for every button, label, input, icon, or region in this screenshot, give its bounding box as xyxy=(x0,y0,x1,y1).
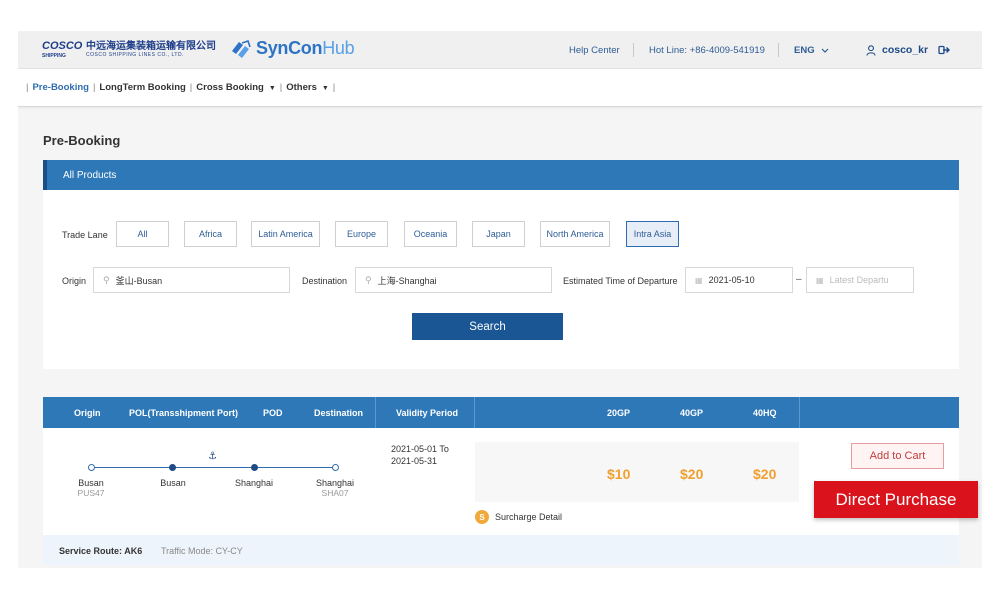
lane-europe-button[interactable]: Europe xyxy=(335,221,388,247)
destination-value: 上海-Shanghai xyxy=(377,275,437,286)
price-40gp: $20 xyxy=(680,466,704,482)
products-panel: All Products Trade Lane All Africa Latin… xyxy=(43,160,959,369)
origin-label: Origin xyxy=(62,276,87,286)
all-products-header: All Products xyxy=(43,160,959,190)
search-button[interactable]: Search xyxy=(412,313,563,340)
cosco-logo[interactable]: COSCO SHIPPING 中远海运集装箱运输有限公司 COSCO SHIPP… xyxy=(42,39,216,61)
location-pin-icon: ⚲ xyxy=(103,274,110,285)
surcharge-detail-link[interactable]: S Surcharge Detail xyxy=(475,510,562,524)
cosco-logo-sub: SHIPPING xyxy=(42,53,66,59)
destination-input[interactable]: ⚲ 上海-Shanghai xyxy=(355,267,552,293)
logout-icon[interactable] xyxy=(938,45,951,55)
add-to-cart-button[interactable]: Add to Cart xyxy=(851,443,944,469)
direct-purchase-button[interactable]: Direct Purchase xyxy=(814,481,978,518)
cosco-mark: COSCO SHIPPING xyxy=(42,39,82,61)
etd-date-value: 2021-05-10 xyxy=(708,275,755,285)
nav-pre-booking[interactable]: Pre-Booking xyxy=(32,82,88,93)
surcharge-detail-label: Surcharge Detail xyxy=(495,512,563,522)
language-label: ENG xyxy=(794,45,815,56)
synconhub-logo-icon xyxy=(232,39,251,58)
cosco-logo-word: COSCO xyxy=(42,40,83,52)
col-20gp: 20GP xyxy=(607,408,631,418)
lane-latin-america-button[interactable]: Latin America xyxy=(251,221,320,247)
etd-label: Estimated Time of Departure xyxy=(563,276,678,286)
route-line xyxy=(91,467,335,468)
route-stop-dot xyxy=(251,464,258,471)
service-info-bar: Service Route: AK6 Traffic Mode: CY-CY xyxy=(43,535,959,565)
col-40gp: 40GP xyxy=(680,408,704,418)
user-icon xyxy=(866,44,876,56)
calendar-icon: ▦ xyxy=(816,275,824,285)
lane-intra-asia-button[interactable]: Intra Asia xyxy=(626,221,679,247)
user-menu[interactable]: cosco_kr xyxy=(866,44,951,56)
col-divider xyxy=(474,397,475,428)
all-products-title: All Products xyxy=(63,170,117,181)
stop-pod: Shanghai xyxy=(234,478,274,488)
origin-input[interactable]: ⚲ 釜山-Busan xyxy=(93,267,290,293)
synconhub-logo-text: SynConHub xyxy=(256,38,355,58)
nav-longterm-booking[interactable]: LongTerm Booking xyxy=(99,82,185,93)
booking-nav: | Pre-Booking | LongTerm Booking | Cross… xyxy=(26,82,336,93)
trade-lane-label: Trade Lane xyxy=(62,230,108,240)
hot-line-text: Hot Line: +86-4009-541919 xyxy=(649,45,765,56)
booking-nav-bar: | Pre-Booking | LongTerm Booking | Cross… xyxy=(18,69,982,107)
price-box: $10 $20 $20 xyxy=(475,442,799,502)
lane-japan-button[interactable]: Japan xyxy=(472,221,525,247)
col-destination: Destination xyxy=(314,408,364,418)
cosco-company-name: 中远海运集装箱运输有限公司 COSCO SHIPPING LINES CO., … xyxy=(86,41,216,59)
nav-others[interactable]: Others ▼ xyxy=(286,82,329,93)
nav-cross-booking[interactable]: Cross Booking ▼ xyxy=(196,82,276,93)
stop-destination: Shanghai SHA07 xyxy=(315,478,355,498)
help-center-link[interactable]: Help Center xyxy=(569,45,620,56)
page-title: Pre-Booking xyxy=(43,133,121,148)
lane-north-america-button[interactable]: North America xyxy=(540,221,610,247)
anchor-icon: ⚓ xyxy=(208,451,217,462)
col-pod: POD xyxy=(263,408,283,418)
origin-value: 釜山-Busan xyxy=(115,275,163,286)
route-stop-dot xyxy=(332,464,339,471)
col-divider xyxy=(799,397,800,428)
service-route: Service Route: AK6 xyxy=(59,546,143,556)
price-40hq: $20 xyxy=(753,466,777,482)
price-20gp: $10 xyxy=(607,466,631,482)
route-stop-dot xyxy=(169,464,176,471)
latest-departure-placeholder: Latest Departu xyxy=(829,275,889,285)
username-label: cosco_kr xyxy=(882,44,929,56)
col-origin: Origin xyxy=(74,408,101,418)
stop-origin: Busan PUS47 xyxy=(77,478,105,498)
validity-period: 2021-05-01 To 2021-05-31 xyxy=(391,444,449,466)
lane-oceania-button[interactable]: Oceania xyxy=(404,221,457,247)
top-header: COSCO SHIPPING 中远海运集装箱运输有限公司 COSCO SHIPP… xyxy=(18,31,982,69)
destination-label: Destination xyxy=(302,276,348,286)
lane-all-button[interactable]: All xyxy=(116,221,169,247)
traffic-mode: Traffic Mode: CY-CY xyxy=(161,546,243,556)
cosco-name-cn: 中远海运集装箱运输有限公司 xyxy=(86,41,216,52)
etd-date-input[interactable]: ▦ 2021-05-10 xyxy=(685,267,793,293)
cosco-name-en: COSCO SHIPPING LINES CO., LTD. xyxy=(86,52,184,58)
col-pol: POL(Transshipment Port) xyxy=(129,408,239,418)
caret-down-icon: ▼ xyxy=(321,85,329,92)
header-divider xyxy=(778,43,779,57)
date-range-dash: – xyxy=(796,274,802,285)
col-40hq: 40HQ xyxy=(753,408,777,418)
latest-departure-input[interactable]: ▦ Latest Departu xyxy=(806,267,914,293)
calendar-icon: ▦ xyxy=(695,275,703,285)
results-table-header: Origin POL(Transshipment Port) POD Desti… xyxy=(43,397,959,428)
header-divider xyxy=(633,43,634,57)
caret-down-icon: ▼ xyxy=(268,85,276,92)
col-divider xyxy=(375,397,376,428)
synconhub-logo[interactable]: SynConHub xyxy=(230,38,355,59)
lane-africa-button[interactable]: Africa xyxy=(184,221,237,247)
route-stop-dot xyxy=(88,464,95,471)
col-validity-period: Validity Period xyxy=(396,408,459,418)
chevron-down-icon xyxy=(821,48,829,53)
surcharge-icon: S xyxy=(475,510,489,524)
stop-pol: Busan xyxy=(160,478,186,488)
location-pin-icon: ⚲ xyxy=(365,274,372,285)
language-selector[interactable]: ENG xyxy=(794,45,829,56)
